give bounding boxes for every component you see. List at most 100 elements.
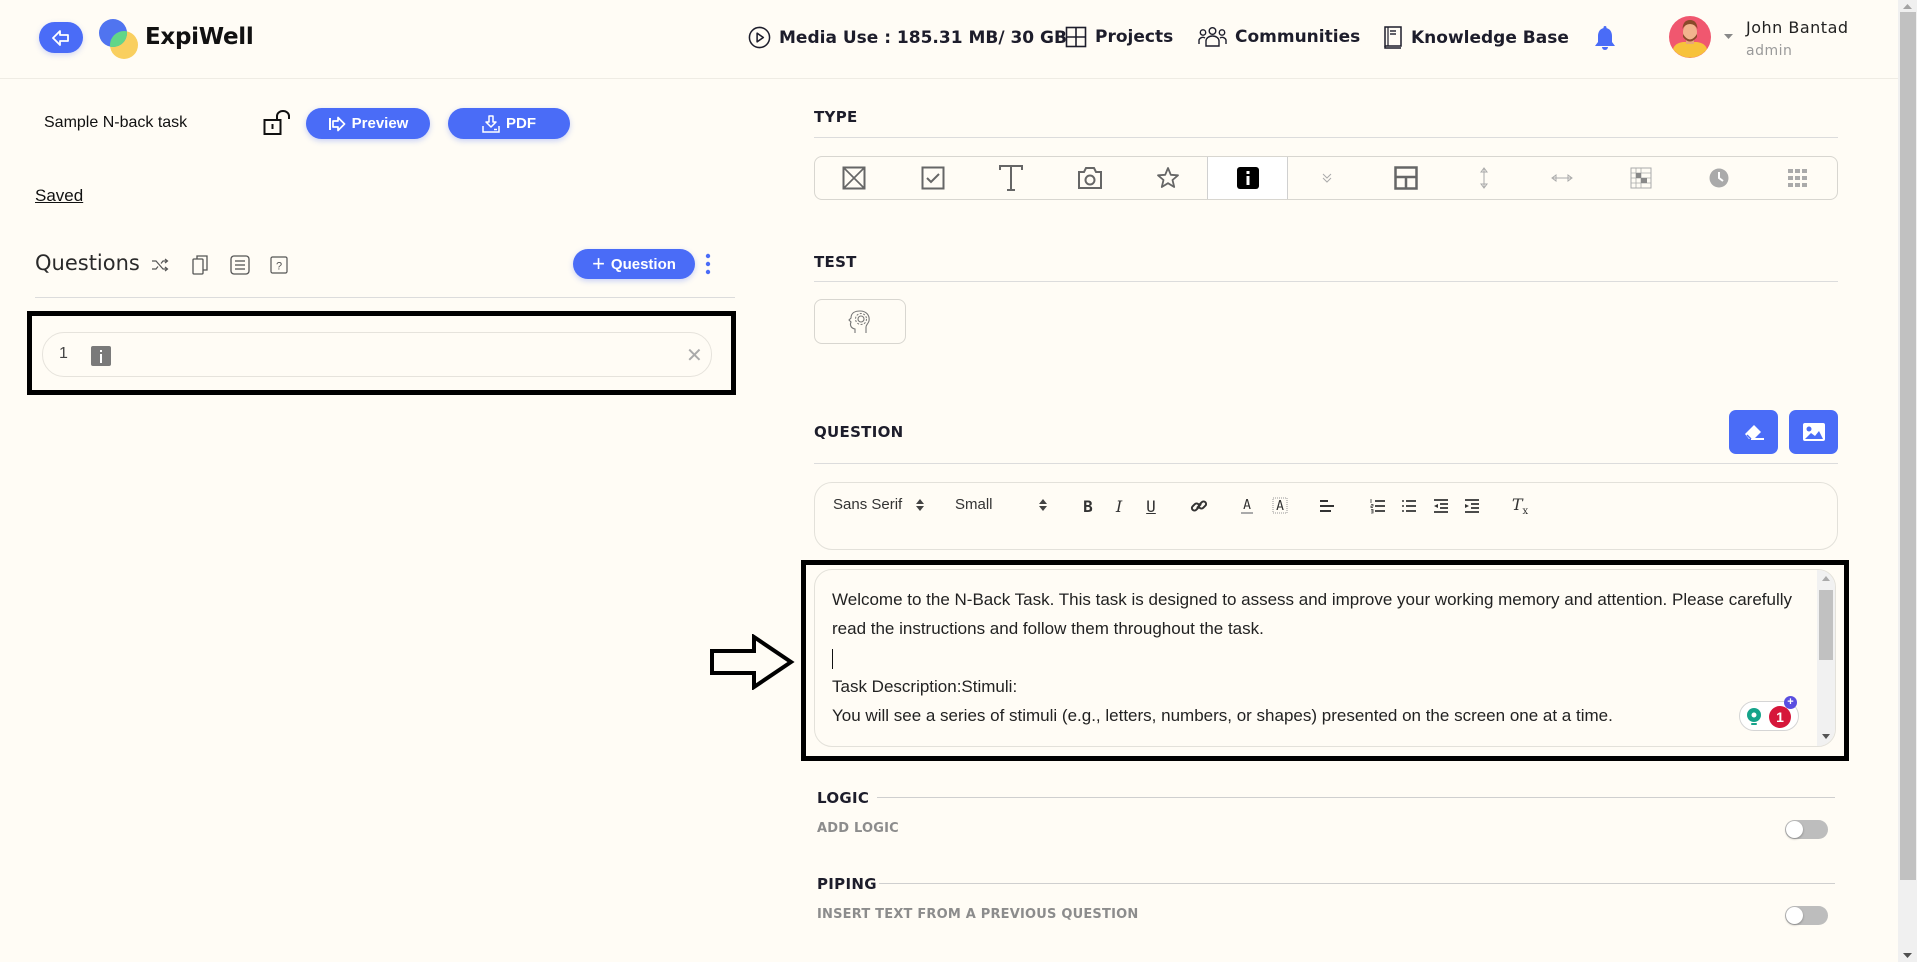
right-arrow-icon [710, 634, 795, 690]
editor-paragraph: Task Description:Stimuli: [832, 677, 1018, 696]
question-type-selector [814, 156, 1838, 200]
grid-icon [1787, 169, 1807, 187]
type-layout[interactable] [1366, 157, 1444, 199]
bell-icon [1595, 26, 1615, 50]
plus-icon: + [592, 251, 605, 276]
font-family-select[interactable]: Sans Serif [833, 496, 943, 513]
insert-text-toggle[interactable] [1785, 906, 1828, 925]
back-button[interactable] [39, 22, 83, 53]
link-button[interactable] [1188, 496, 1210, 516]
pdf-label: PDF [506, 115, 536, 132]
eraser-button[interactable] [1729, 410, 1778, 454]
logic-section-label: LOGIC [817, 789, 870, 807]
nav-projects[interactable]: Projects [1065, 26, 1173, 48]
horizontal-slider-icon [1551, 174, 1574, 182]
add-logic-label: ADD LOGIC [817, 821, 899, 836]
font-size-value: Small [955, 496, 993, 513]
type-text[interactable] [972, 157, 1050, 199]
info-icon [1236, 167, 1259, 189]
editor-content[interactable]: Welcome to the N-Back Task. This task is… [832, 585, 1802, 730]
nav-projects-label: Projects [1095, 27, 1174, 47]
nav-knowledge-base[interactable]: Knowledge Base [1383, 26, 1569, 49]
notifications-button[interactable] [1594, 26, 1616, 52]
editor-scroll-thumb[interactable] [1819, 590, 1833, 660]
questions-title: Questions [35, 251, 140, 275]
type-time[interactable] [1680, 157, 1758, 199]
media-use: Media Use : 185.31 MB/ 30 GB [748, 26, 1067, 49]
eraser-icon [1744, 425, 1764, 440]
issue-count-badge: 1 [1769, 706, 1791, 728]
scroll-up-icon [1903, 4, 1912, 9]
matrix-icon [1630, 167, 1652, 189]
saved-status[interactable]: Saved [35, 186, 83, 206]
page-scroll-thumb[interactable] [1900, 12, 1916, 880]
type-info[interactable] [1207, 157, 1288, 199]
ordered-list-button[interactable] [1367, 496, 1389, 516]
projects-icon [1065, 26, 1087, 48]
pdf-button[interactable]: PDF [448, 108, 570, 139]
question-text-editor[interactable]: Welcome to the N-Back Task. This task is… [814, 569, 1836, 747]
task-title: Sample N-back task [44, 114, 188, 131]
italic-button[interactable]: I [1108, 496, 1130, 516]
editor-caret-line [832, 643, 1802, 672]
editor-paragraph: You will see a series of stimuli (e.g., … [832, 706, 1613, 725]
question-divider [814, 463, 1838, 464]
bullet-list-button[interactable] [1398, 496, 1420, 516]
download-icon [482, 114, 500, 133]
list-view-button[interactable] [229, 254, 251, 276]
align-button[interactable] [1316, 496, 1338, 516]
question-list-item[interactable]: 1 ✕ [42, 332, 712, 377]
highlight-color-button[interactable]: A [1269, 496, 1291, 516]
outdent-button[interactable] [1430, 496, 1452, 516]
bold-button[interactable]: B [1077, 496, 1099, 516]
test-divider [814, 281, 1838, 282]
type-section-label: TYPE [814, 108, 858, 126]
type-checkbox[interactable] [893, 157, 971, 199]
add-logic-toggle[interactable] [1785, 820, 1828, 839]
scroll-down-icon [1903, 953, 1912, 958]
add-question-label: Question [610, 255, 676, 273]
book-icon [1384, 26, 1402, 49]
star-icon [1157, 167, 1180, 188]
grammar-assistant-widget[interactable]: 1 + [1739, 696, 1799, 731]
type-vertical-slider[interactable] [1445, 157, 1523, 199]
layout-icon [1393, 166, 1418, 190]
multiple-choice-icon [842, 166, 866, 190]
indent-button[interactable] [1461, 496, 1483, 516]
delete-question-icon[interactable]: ✕ [686, 343, 703, 368]
font-size-select[interactable]: Small [955, 496, 1055, 513]
more-options-button[interactable] [705, 253, 711, 275]
preview-button[interactable]: Preview [306, 108, 430, 139]
help-button[interactable]: ? [268, 254, 290, 276]
editor-scrollbar[interactable] [1817, 570, 1835, 746]
svg-text:A: A [1276, 499, 1284, 514]
add-question-button[interactable]: + Question [573, 249, 695, 279]
shuffle-icon [152, 258, 169, 272]
type-dropdown[interactable] [1288, 157, 1366, 199]
type-horizontal-slider[interactable] [1523, 157, 1601, 199]
clear-format-button[interactable]: Tx [1509, 495, 1531, 517]
type-photo[interactable] [1050, 157, 1128, 199]
question-number: 1 [59, 345, 68, 362]
image-icon [1802, 423, 1825, 441]
type-multiple-choice[interactable] [815, 157, 893, 199]
type-rating[interactable] [1129, 157, 1207, 199]
brand-name: ExpiWell [145, 24, 254, 50]
cognitive-test-button[interactable] [814, 299, 906, 344]
dropdown-icon [1322, 173, 1332, 183]
underline-button[interactable]: U [1140, 496, 1162, 516]
copy-button[interactable] [189, 254, 211, 276]
type-matrix[interactable] [1602, 157, 1680, 199]
avatar[interactable] [1669, 15, 1711, 60]
type-grid[interactable] [1759, 157, 1837, 199]
user-menu-caret[interactable] [1724, 34, 1733, 40]
vertical-slider-icon [1479, 167, 1488, 189]
info-type-icon [91, 346, 111, 366]
text-color-icon: A [1241, 498, 1253, 514]
rich-text-toolbar [814, 482, 1838, 550]
lock-button[interactable] [263, 110, 291, 136]
text-color-button[interactable]: A [1236, 496, 1258, 516]
nav-communities[interactable]: Communities [1198, 26, 1360, 48]
insert-image-button[interactable] [1789, 410, 1838, 454]
shuffle-button[interactable] [149, 254, 171, 276]
